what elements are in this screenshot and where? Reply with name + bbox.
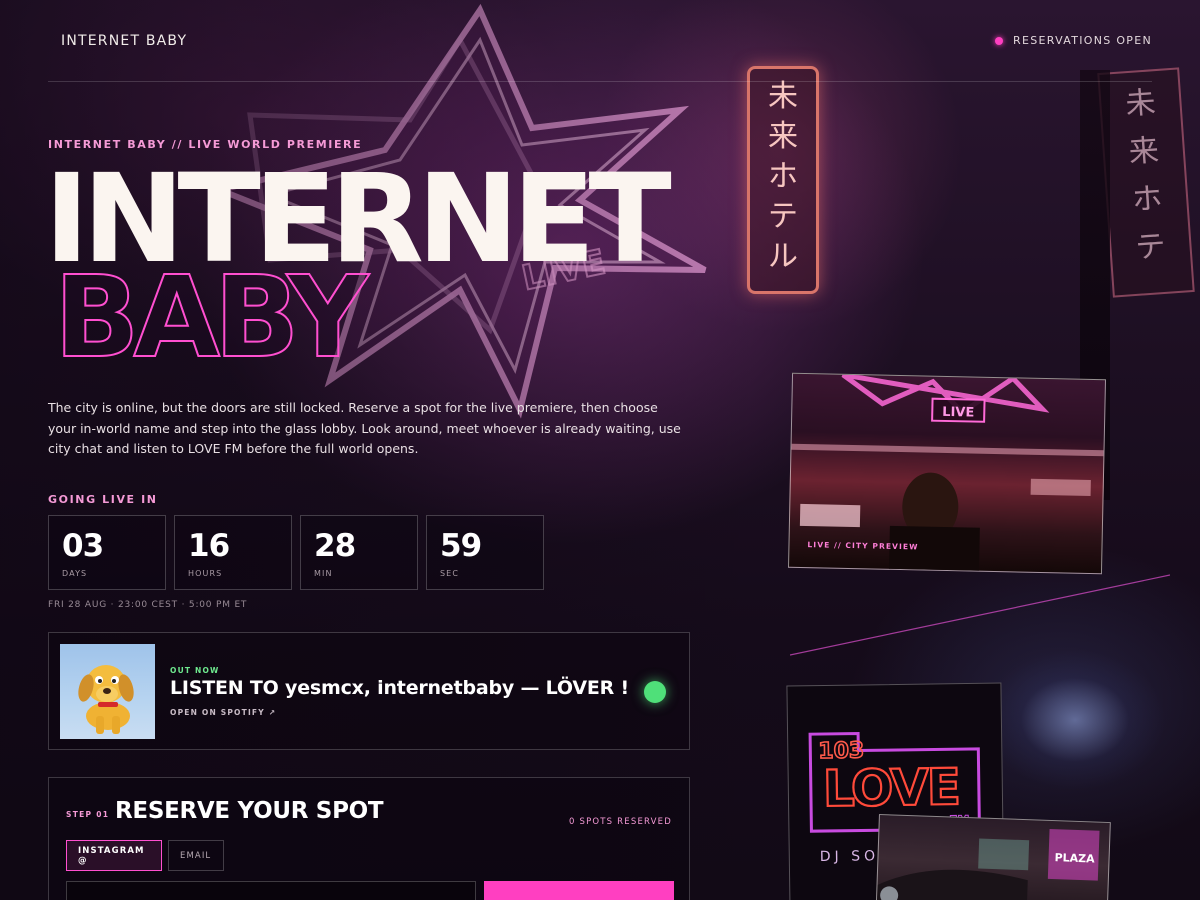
- plaza-car-card[interactable]: PLAZA: [875, 813, 1111, 900]
- spotify-track-title[interactable]: LISTEN TO yesmcx, internetbaby — LÖVER !: [170, 677, 629, 699]
- reservation-status: RESERVATIONS OPEN: [995, 34, 1152, 47]
- city-preview-card[interactable]: LIVE LIVE // CITY PREVIEW: [787, 372, 1107, 575]
- play-indicator-icon[interactable]: [644, 681, 666, 703]
- countdown-unit: MIN: [314, 569, 333, 578]
- countdown-days: 03 DAYS: [48, 515, 166, 590]
- hero-intro: The city is online, but the doors are st…: [48, 400, 681, 456]
- open-spotify-link[interactable]: OPEN ON SPOTIFY ↗: [170, 708, 276, 717]
- love-sign-sub: DJ SO: [820, 848, 879, 865]
- countdown-value: 03: [62, 528, 104, 564]
- out-now-label: OUT NOW: [170, 666, 220, 675]
- countdown-label: GOING LIVE IN: [48, 493, 158, 506]
- instagram-handle-input[interactable]: [66, 881, 476, 900]
- album-cover[interactable]: [60, 644, 155, 739]
- countdown-value: 16: [188, 528, 230, 564]
- yellow-dog-cover-icon: [78, 665, 134, 734]
- hero-title-line-2: BABY: [53, 253, 369, 383]
- countdown-unit: HOURS: [188, 569, 223, 578]
- event-datetime: FRI 28 AUG · 23:00 CEST · 5:00 PM ET: [48, 600, 248, 610]
- countdown-unit: DAYS: [62, 569, 88, 578]
- spotify-card[interactable]: OUT NOW LISTEN TO yesmcx, internetbaby —…: [48, 632, 690, 750]
- countdown-value: 28: [314, 528, 356, 564]
- car-scene-icon: PLAZA: [876, 828, 1100, 900]
- reserve-submit-button[interactable]: [484, 881, 674, 900]
- step-label: STEP 01: [66, 810, 110, 819]
- plaza-sign-text: PLAZA: [1054, 851, 1095, 865]
- brand-logo[interactable]: INTERNET BABY: [61, 33, 187, 49]
- reserve-card: STEP 01 RESERVE YOUR SPOT 0 SPOTS RESERV…: [48, 777, 690, 900]
- countdown-minutes: 28 MIN: [300, 515, 418, 590]
- countdown-hours: 16 HOURS: [174, 515, 292, 590]
- countdown-seconds: 59 SEC: [426, 515, 544, 590]
- reserve-title: RESERVE YOUR SPOT: [115, 798, 384, 824]
- live-sign-text: LIVE: [942, 405, 974, 421]
- countdown: 03 DAYS 16 HOURS 28 MIN 59 SEC: [48, 515, 544, 590]
- site-header: INTERNET BABY RESERVATIONS OPEN: [48, 0, 1152, 82]
- countdown-unit: SEC: [440, 569, 460, 578]
- spots-reserved-count: 0 SPOTS RESERVED: [568, 817, 672, 827]
- status-dot-icon: [995, 36, 1004, 45]
- reservation-status-label: RESERVATIONS OPEN: [1013, 34, 1152, 47]
- tab-email[interactable]: EMAIL: [168, 840, 224, 871]
- love-sign-word: LOVE: [822, 758, 959, 818]
- tab-instagram[interactable]: INSTAGRAM @: [66, 840, 162, 871]
- countdown-value: 59: [440, 528, 482, 564]
